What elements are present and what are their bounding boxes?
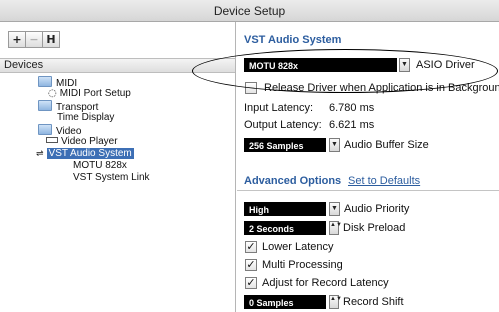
chevron-down-icon[interactable]: ▼	[329, 138, 340, 152]
add-device-button[interactable]: +	[8, 31, 26, 48]
output-latency-label: Output Latency:	[244, 119, 322, 131]
tab-advanced-options[interactable]: Advanced Options	[244, 175, 341, 187]
tree-item-label: MOTU 828x	[73, 160, 127, 171]
remove-device-button[interactable]: −	[25, 31, 43, 48]
lower-latency-checkbox[interactable]: ✓	[245, 241, 257, 253]
stepper-icon[interactable]: ▲▼	[329, 221, 342, 235]
tree-item-label: VST Audio System	[46, 148, 134, 159]
tree-item-label: Video Player	[61, 136, 118, 147]
chevron-down-icon[interactable]: ▼	[329, 202, 340, 216]
devices-toolbar: + − H	[8, 31, 60, 48]
midi-port-icon: ◌	[48, 88, 57, 99]
tree-item-label: Time Display	[57, 112, 115, 123]
buffer-size-label: Audio Buffer Size	[344, 139, 429, 151]
set-to-defaults-link[interactable]: Set to Defaults	[348, 175, 420, 187]
tree-item-video-player[interactable]: Video Player	[46, 136, 118, 148]
tree-item-vst-audio-system[interactable]: ⇌ VST Audio System	[36, 148, 134, 160]
buffer-size-select[interactable]: 256 Samples	[244, 138, 326, 152]
tree-item-midi-port-setup[interactable]: ◌ MIDI Port Setup	[48, 88, 131, 100]
multi-processing-checkbox[interactable]: ✓	[245, 259, 257, 271]
tree-item-label: MIDI Port Setup	[59, 88, 131, 99]
record-shift-label: Record Shift	[343, 296, 404, 308]
record-latency-label: Adjust for Record Latency	[262, 277, 389, 289]
stepper-icon[interactable]: ▲▼	[329, 295, 342, 309]
window-title: Device Setup	[0, 0, 499, 22]
audio-system-icon: ⇌	[36, 149, 44, 159]
folder-icon	[38, 100, 52, 111]
audio-priority-label: Audio Priority	[344, 203, 410, 215]
panel-title: VST Audio System	[244, 34, 342, 46]
highlight-oval	[192, 49, 498, 93]
disk-preload-label: Disk Preload	[343, 222, 406, 234]
record-latency-checkbox[interactable]: ✓	[245, 277, 257, 289]
folder-icon	[38, 76, 52, 87]
lower-latency-label: Lower Latency	[262, 241, 334, 253]
video-player-icon	[46, 137, 58, 143]
tree-item-time-display[interactable]: Time Display	[57, 112, 114, 124]
multi-processing-label: Multi Processing	[262, 259, 343, 271]
tree-item-vst-system-link[interactable]: VST System Link	[73, 172, 150, 184]
folder-icon	[38, 124, 52, 135]
disk-preload-field[interactable]: 2 Seconds	[244, 221, 326, 235]
audio-priority-select[interactable]: High	[244, 202, 326, 216]
input-latency-label: Input Latency:	[244, 102, 314, 114]
output-latency-value: 6.621 ms	[329, 119, 375, 131]
advanced-divider	[237, 190, 499, 191]
record-shift-field[interactable]: 0 Samples	[244, 295, 326, 309]
tree-item-motu-828x[interactable]: MOTU 828x	[73, 160, 127, 172]
tree-item-label: VST System Link	[73, 172, 150, 183]
reset-device-button[interactable]: H	[42, 31, 60, 48]
input-latency-value: 6.780 ms	[329, 102, 375, 114]
